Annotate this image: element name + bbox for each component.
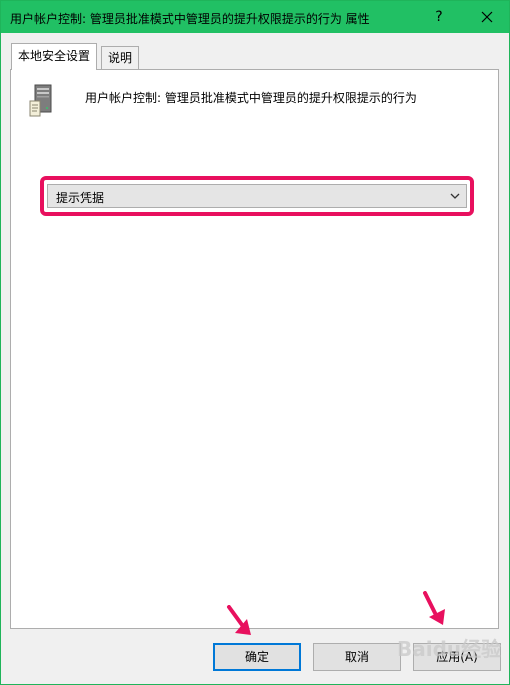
tab-panel: 用户帐户控制: 管理员批准模式中管理员的提升权限提示的行为 提示凭据 xyxy=(10,69,499,629)
server-tower-icon xyxy=(29,84,52,117)
chevron-down-icon xyxy=(450,193,460,199)
prompt-behavior-select[interactable]: 提示凭据 xyxy=(47,184,467,208)
close-icon xyxy=(481,11,493,23)
help-button[interactable]: ? xyxy=(419,1,459,33)
tab-local-security-setting[interactable]: 本地安全设置 xyxy=(11,43,98,70)
annotation-arrow-icon xyxy=(423,591,445,625)
apply-button[interactable]: 应用(A) xyxy=(413,643,501,671)
close-button[interactable] xyxy=(465,1,509,33)
cancel-button[interactable]: 取消 xyxy=(313,643,401,671)
window-title: 用户帐户控制: 管理员批准模式中管理员的提升权限提示的行为 属性 xyxy=(10,12,370,26)
policy-title: 用户帐户控制: 管理员批准模式中管理员的提升权限提示的行为 xyxy=(85,91,417,105)
ok-button[interactable]: 确定 xyxy=(213,643,301,671)
title-bar[interactable]: 用户帐户控制: 管理员批准模式中管理员的提升权限提示的行为 属性 ? xyxy=(1,1,509,33)
annotation-arrow-icon xyxy=(227,605,251,635)
dropdown-highlight-box: 提示凭据 xyxy=(40,176,474,216)
dropdown-selected-value: 提示凭据 xyxy=(56,191,105,205)
properties-dialog: 用户帐户控制: 管理员批准模式中管理员的提升权限提示的行为 属性 ? 本地安全设… xyxy=(0,0,510,685)
tab-explain[interactable]: 说明 xyxy=(101,46,140,70)
